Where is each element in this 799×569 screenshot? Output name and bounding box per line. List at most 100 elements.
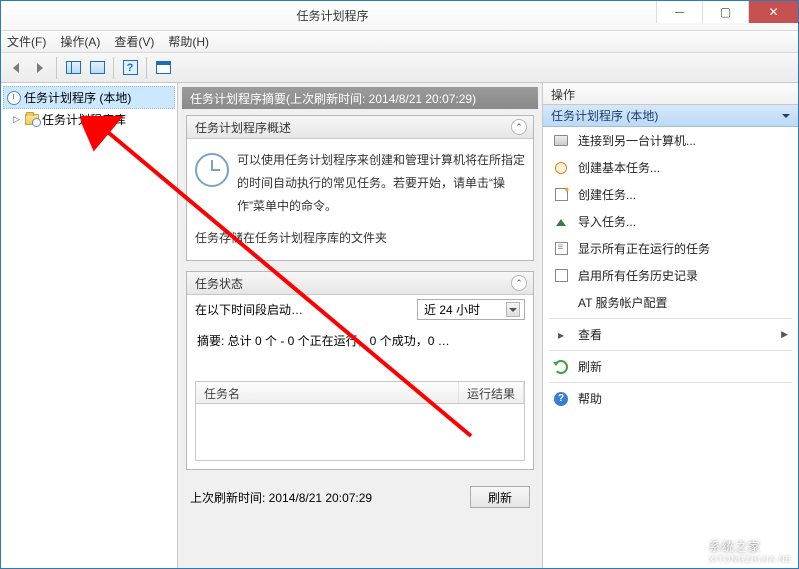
arrow-left-icon [13, 63, 19, 73]
action-label: 创建任务... [578, 186, 636, 203]
folder-icon [25, 114, 39, 125]
status-title-label: 任务状态 [195, 275, 243, 292]
action-help[interactable]: ? 帮助 [543, 385, 798, 412]
pane-split-icon [66, 61, 81, 74]
help-icon: ? [123, 60, 138, 75]
col-task-name[interactable]: 任务名 [196, 382, 459, 403]
watermark-sub: XITONGZHIJIA.NE [709, 555, 792, 564]
menu-bar: 文件(F) 操作(A) 查看(V) 帮助(H) [1, 31, 798, 53]
pane-icon [90, 61, 105, 74]
window-title: 任务计划程序 [9, 7, 656, 24]
tree-library-label: 任务计划程序库 [42, 111, 126, 128]
overview-panel-body: 可以使用任务计划程序来创建和管理计算机将在所指定的时间自动执行的常见任务。若要开… [187, 139, 533, 260]
actions-group-title: 任务计划程序 (本地) [551, 107, 658, 124]
action-label: 启用所有任务历史记录 [578, 267, 698, 284]
dropdown-button-icon [506, 302, 520, 317]
actions-pane-title: 操作 [543, 83, 798, 105]
status-filter-row: 在以下时间段启动… 近 24 小时 [187, 295, 533, 330]
create-task-icon [553, 187, 569, 203]
nav-back-button[interactable] [5, 57, 27, 79]
maximize-button[interactable]: ▢ [702, 1, 748, 23]
action-connect[interactable]: 连接到另一台计算机... [543, 127, 798, 154]
help-button[interactable]: ? [119, 57, 141, 79]
action-label: 显示所有正在运行的任务 [578, 240, 710, 257]
blank-icon [553, 295, 569, 311]
titlebar: 任务计划程序 ─ ▢ ✕ [1, 1, 798, 31]
separator [549, 382, 792, 383]
history-icon [553, 268, 569, 284]
clock-overlay-icon [32, 118, 41, 127]
separator [549, 350, 792, 351]
arrow-right-icon [37, 63, 43, 73]
separator [549, 318, 792, 319]
window-controls: ─ ▢ ✕ [656, 1, 798, 23]
refresh-row: 上次刷新时间: 2014/8/21 20:07:29 刷新 [182, 480, 538, 514]
collapse-icon[interactable]: ⌃ [511, 275, 527, 291]
clock-icon [195, 153, 229, 187]
action-view[interactable]: 查看 ▶ [543, 321, 798, 348]
collapse-icon [782, 114, 790, 118]
show-hide-tree-button[interactable] [62, 57, 84, 79]
watermark-text: 系统之家 [709, 538, 792, 555]
action-label: 帮助 [578, 390, 602, 407]
action-label: 刷新 [578, 358, 602, 375]
action-label: AT 服务帐户配置 [578, 294, 668, 311]
actions-group-header[interactable]: 任务计划程序 (本地) [543, 105, 798, 127]
action-import-task[interactable]: 导入任务... [543, 208, 798, 235]
menu-file[interactable]: 文件(F) [7, 33, 46, 50]
tree-root-label: 任务计划程序 (本地) [24, 89, 131, 106]
separator [56, 57, 57, 79]
action-label: 创建基本任务... [578, 159, 660, 176]
body-area: 任务计划程序 (本地) ▷ 任务计划程序库 任务计划程序摘要(上次刷新时间: 2… [1, 83, 798, 568]
minimize-button[interactable]: ─ [656, 1, 702, 23]
action-create-task[interactable]: 创建任务... [543, 181, 798, 208]
task-table-header: 任务名 运行结果 [196, 382, 524, 404]
overview-panel: 任务计划程序概述 ⌃ 可以使用任务计划程序来创建和管理计算机将在所指定的时间自动… [186, 115, 534, 261]
computer-icon [553, 133, 569, 149]
properties-button[interactable] [86, 57, 108, 79]
tree-root-node[interactable]: 任务计划程序 (本地) [3, 86, 175, 109]
separator [113, 57, 114, 79]
time-range-dropdown[interactable]: 近 24 小时 [417, 299, 525, 320]
watermark: 系统之家 XITONGZHIJIA.NE [673, 538, 792, 564]
action-enable-history[interactable]: 启用所有任务历史记录 [543, 262, 798, 289]
basic-task-icon [553, 160, 569, 176]
summary-header: 任务计划程序摘要(上次刷新时间: 2014/8/21 20:07:29) [182, 87, 538, 109]
menu-help[interactable]: 帮助(H) [168, 33, 209, 50]
tree-pane: 任务计划程序 (本地) ▷ 任务计划程序库 [1, 83, 178, 568]
status-panel-title: 任务状态 ⌃ [187, 272, 533, 295]
help-icon: ? [553, 391, 569, 407]
watermark-logo-icon [673, 540, 703, 562]
action-refresh[interactable]: 刷新 [543, 353, 798, 380]
action-show-running[interactable]: 显示所有正在运行的任务 [543, 235, 798, 262]
expand-icon[interactable]: ▷ [11, 114, 22, 125]
separator [146, 57, 147, 79]
center-pane: 任务计划程序摘要(上次刷新时间: 2014/8/21 20:07:29) 任务计… [178, 83, 542, 568]
menu-action[interactable]: 操作(A) [60, 33, 100, 50]
col-result[interactable]: 运行结果 [459, 382, 524, 403]
collapse-icon[interactable]: ⌃ [511, 119, 527, 135]
nav-forward-button[interactable] [29, 57, 51, 79]
status-filter-label: 在以下时间段启动… [195, 301, 303, 318]
time-range-value: 近 24 小时 [424, 301, 480, 318]
status-panel: 任务状态 ⌃ 在以下时间段启动… 近 24 小时 摘要: 总计 0 个 - 0 … [186, 271, 534, 470]
close-button[interactable]: ✕ [748, 1, 798, 23]
view-icon [553, 327, 569, 343]
refresh-button[interactable]: 刷新 [470, 486, 530, 508]
overview-tail: 任务存储在任务计划程序库的文件夹 [195, 227, 525, 250]
tree-library-node[interactable]: ▷ 任务计划程序库 [3, 109, 175, 130]
action-create-basic-task[interactable]: 创建基本任务... [543, 154, 798, 181]
action-label: 查看 [578, 326, 602, 343]
action-label: 导入任务... [578, 213, 636, 230]
calendar-button[interactable] [152, 57, 174, 79]
action-at-service[interactable]: AT 服务帐户配置 [543, 289, 798, 316]
actions-pane: 操作 任务计划程序 (本地) 连接到另一台计算机... 创建基本任务... 创建… [542, 83, 798, 568]
import-icon [553, 214, 569, 230]
overview-panel-title: 任务计划程序概述 ⌃ [187, 116, 533, 139]
task-table: 任务名 运行结果 [195, 381, 525, 461]
summary-line: 摘要: 总计 0 个 - 0 个正在运行，0 个成功，0 … [187, 330, 533, 381]
running-tasks-icon [553, 241, 569, 257]
action-label: 连接到另一台计算机... [578, 132, 696, 149]
menu-view[interactable]: 查看(V) [114, 33, 154, 50]
refresh-button-label: 刷新 [488, 489, 512, 506]
